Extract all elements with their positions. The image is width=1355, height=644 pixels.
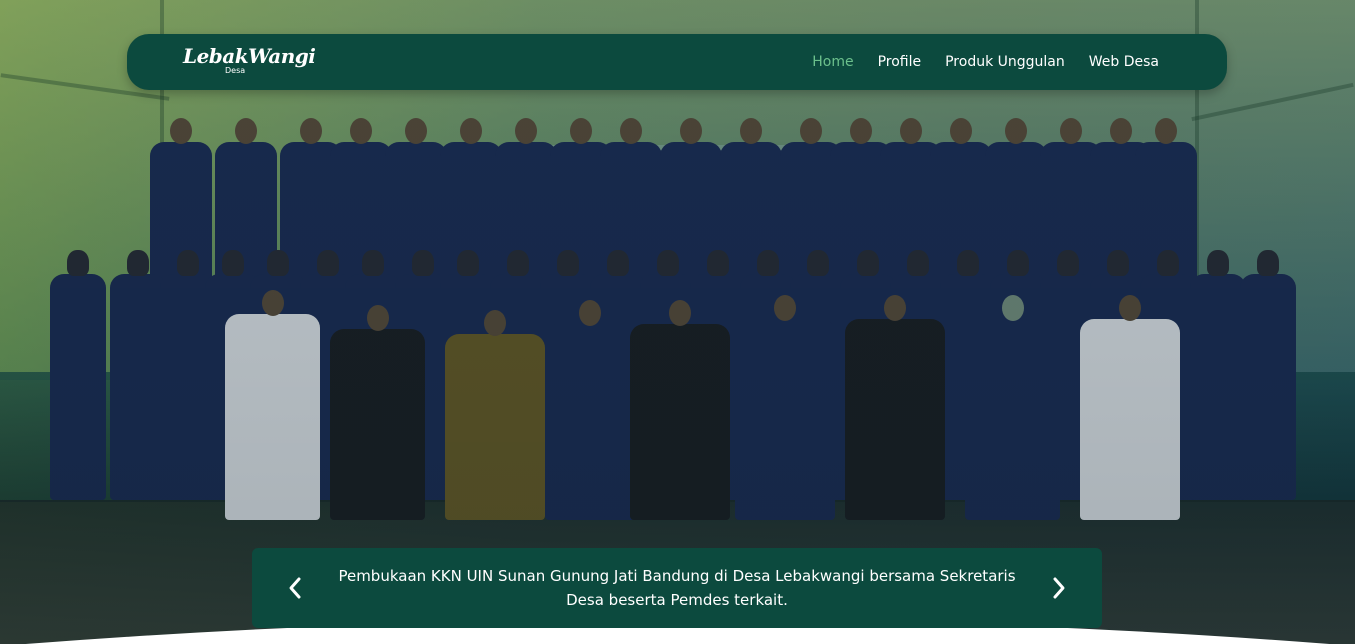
nav-links: Home Profile Produk Unggulan Web Desa (812, 34, 1159, 90)
chevron-left-icon (289, 577, 301, 599)
brand-logo[interactable]: LebakWangi Desa (183, 44, 316, 75)
nav-link-web-desa[interactable]: Web Desa (1089, 54, 1159, 70)
slider-prev-button[interactable] (279, 572, 311, 604)
nav-link-profile[interactable]: Profile (878, 54, 922, 70)
slide-caption-box: Pembukaan KKN UIN Sunan Gunung Jati Band… (252, 548, 1102, 628)
brand-subtitle: Desa (225, 66, 246, 75)
nav-link-produk-unggulan[interactable]: Produk Unggulan (945, 54, 1065, 70)
slider-next-button[interactable] (1043, 572, 1075, 604)
slide-caption-text: Pembukaan KKN UIN Sunan Gunung Jati Band… (338, 567, 1016, 609)
nav-link-home[interactable]: Home (812, 54, 853, 70)
brand-name: LebakWangi (183, 44, 316, 68)
chevron-right-icon (1053, 577, 1065, 599)
navbar: LebakWangi Desa Home Profile Produk Ungg… (127, 34, 1227, 90)
